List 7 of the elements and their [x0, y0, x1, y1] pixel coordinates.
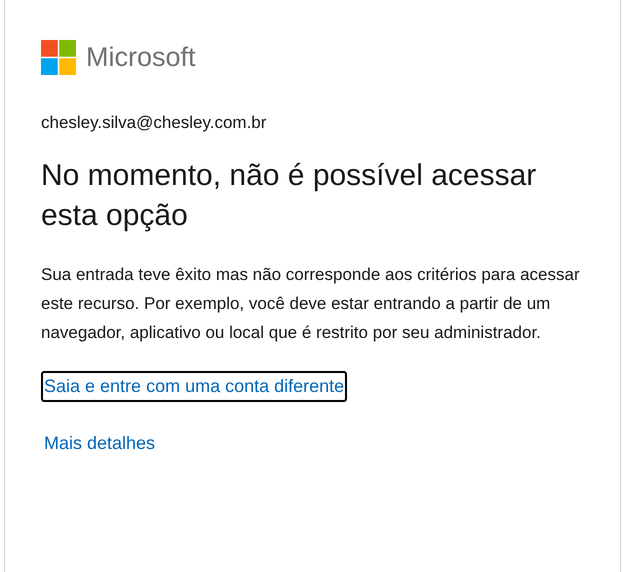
- page-title: No momento, não é possível acessar esta opção: [41, 158, 538, 234]
- brand-name: Microsoft: [86, 44, 196, 71]
- text-link[interactable]: Mais detalhes: [41, 428, 158, 458]
- text-link[interactable]: Saia e entre com uma conta diferente: [41, 370, 348, 402]
- account-email: chesley.silva@chesley.com.br: [41, 112, 268, 134]
- logo-icon: [41, 40, 76, 75]
- message-text: Sua entrada teve êxito mas não corresponde aos critérios para acessar este recurso. Por exemplo, você deve estar entrando a partir de um navegador, aplicativo ou local que é restrito por seu administrador.: [41, 264, 581, 344]
